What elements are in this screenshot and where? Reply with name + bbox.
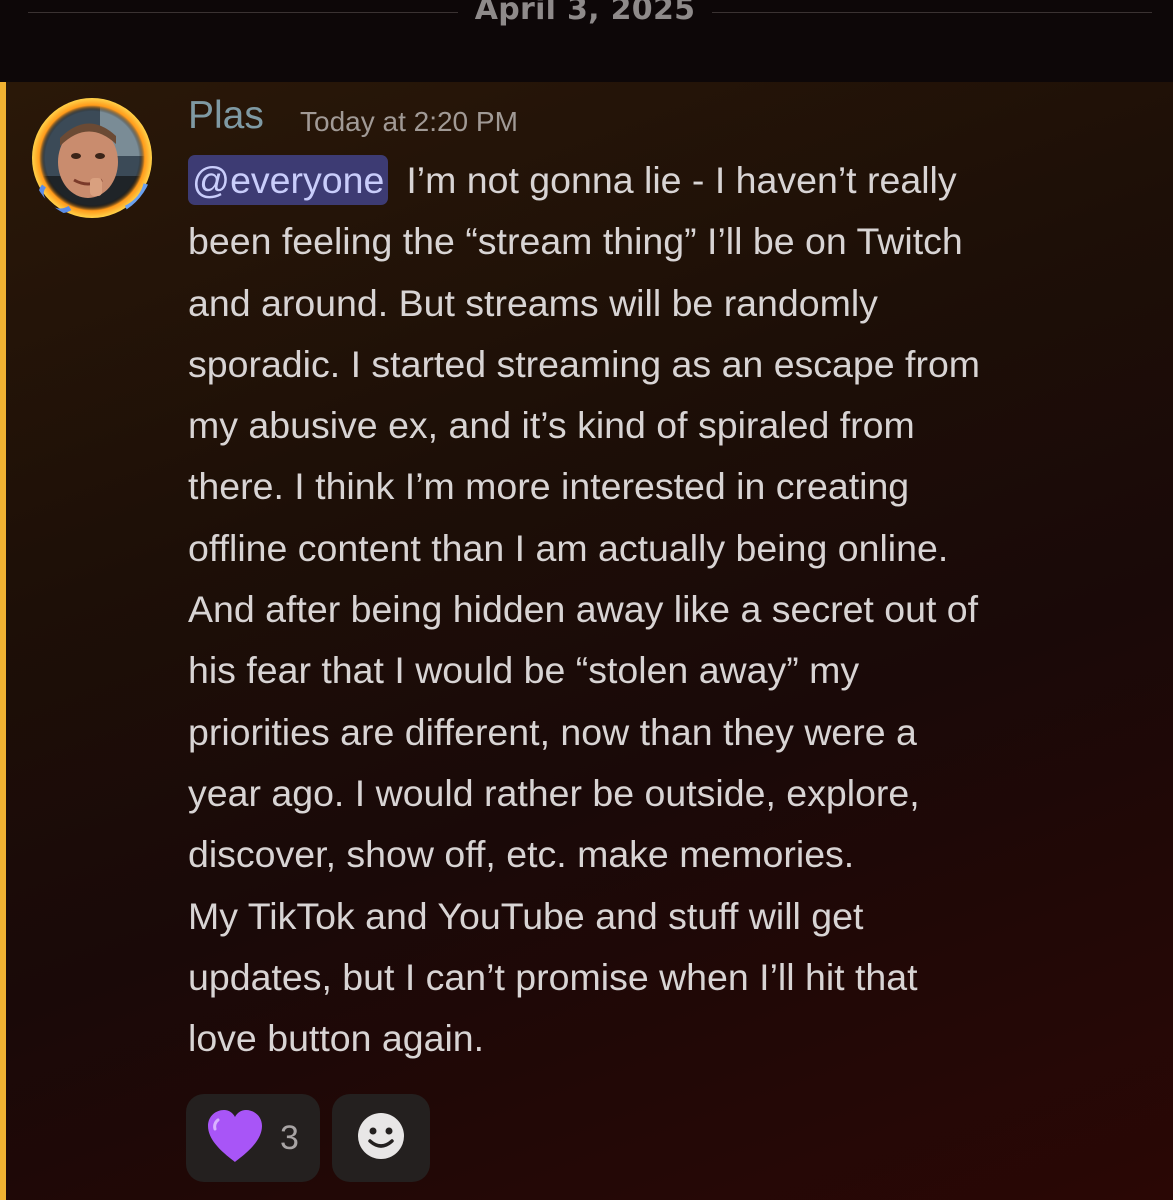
divider-line-left xyxy=(28,12,458,13)
reaction-purple-heart[interactable]: 3 xyxy=(186,1094,320,1182)
reaction-bar: 3 xyxy=(186,1094,430,1182)
purple-heart-icon xyxy=(204,1108,266,1168)
reaction-count: 3 xyxy=(280,1118,299,1157)
message-content: @everyone I’m not gonna lie - I haven’t r… xyxy=(188,150,1148,1069)
chat-screen: April 3, 2025 Plas Today at 2:20 PM @eve… xyxy=(0,0,1173,1200)
everyone-mention[interactable]: @everyone xyxy=(188,155,389,205)
avatar[interactable] xyxy=(30,96,154,220)
chat-message[interactable]: Plas Today at 2:20 PM @everyone I’m not g… xyxy=(0,82,1173,1200)
divider-line-right xyxy=(712,12,1152,13)
message-text: I’m not gonna lie - I haven’t really bee… xyxy=(188,159,981,1060)
date-divider-label: April 3, 2025 xyxy=(474,0,696,27)
mention-highlight-bar xyxy=(0,82,6,1200)
add-reaction-button[interactable] xyxy=(332,1094,430,1182)
author-name[interactable]: Plas xyxy=(188,94,264,138)
date-divider: April 3, 2025 xyxy=(0,0,1173,82)
smiley-add-reaction-icon xyxy=(356,1111,406,1165)
message-timestamp: Today at 2:20 PM xyxy=(300,106,518,137)
